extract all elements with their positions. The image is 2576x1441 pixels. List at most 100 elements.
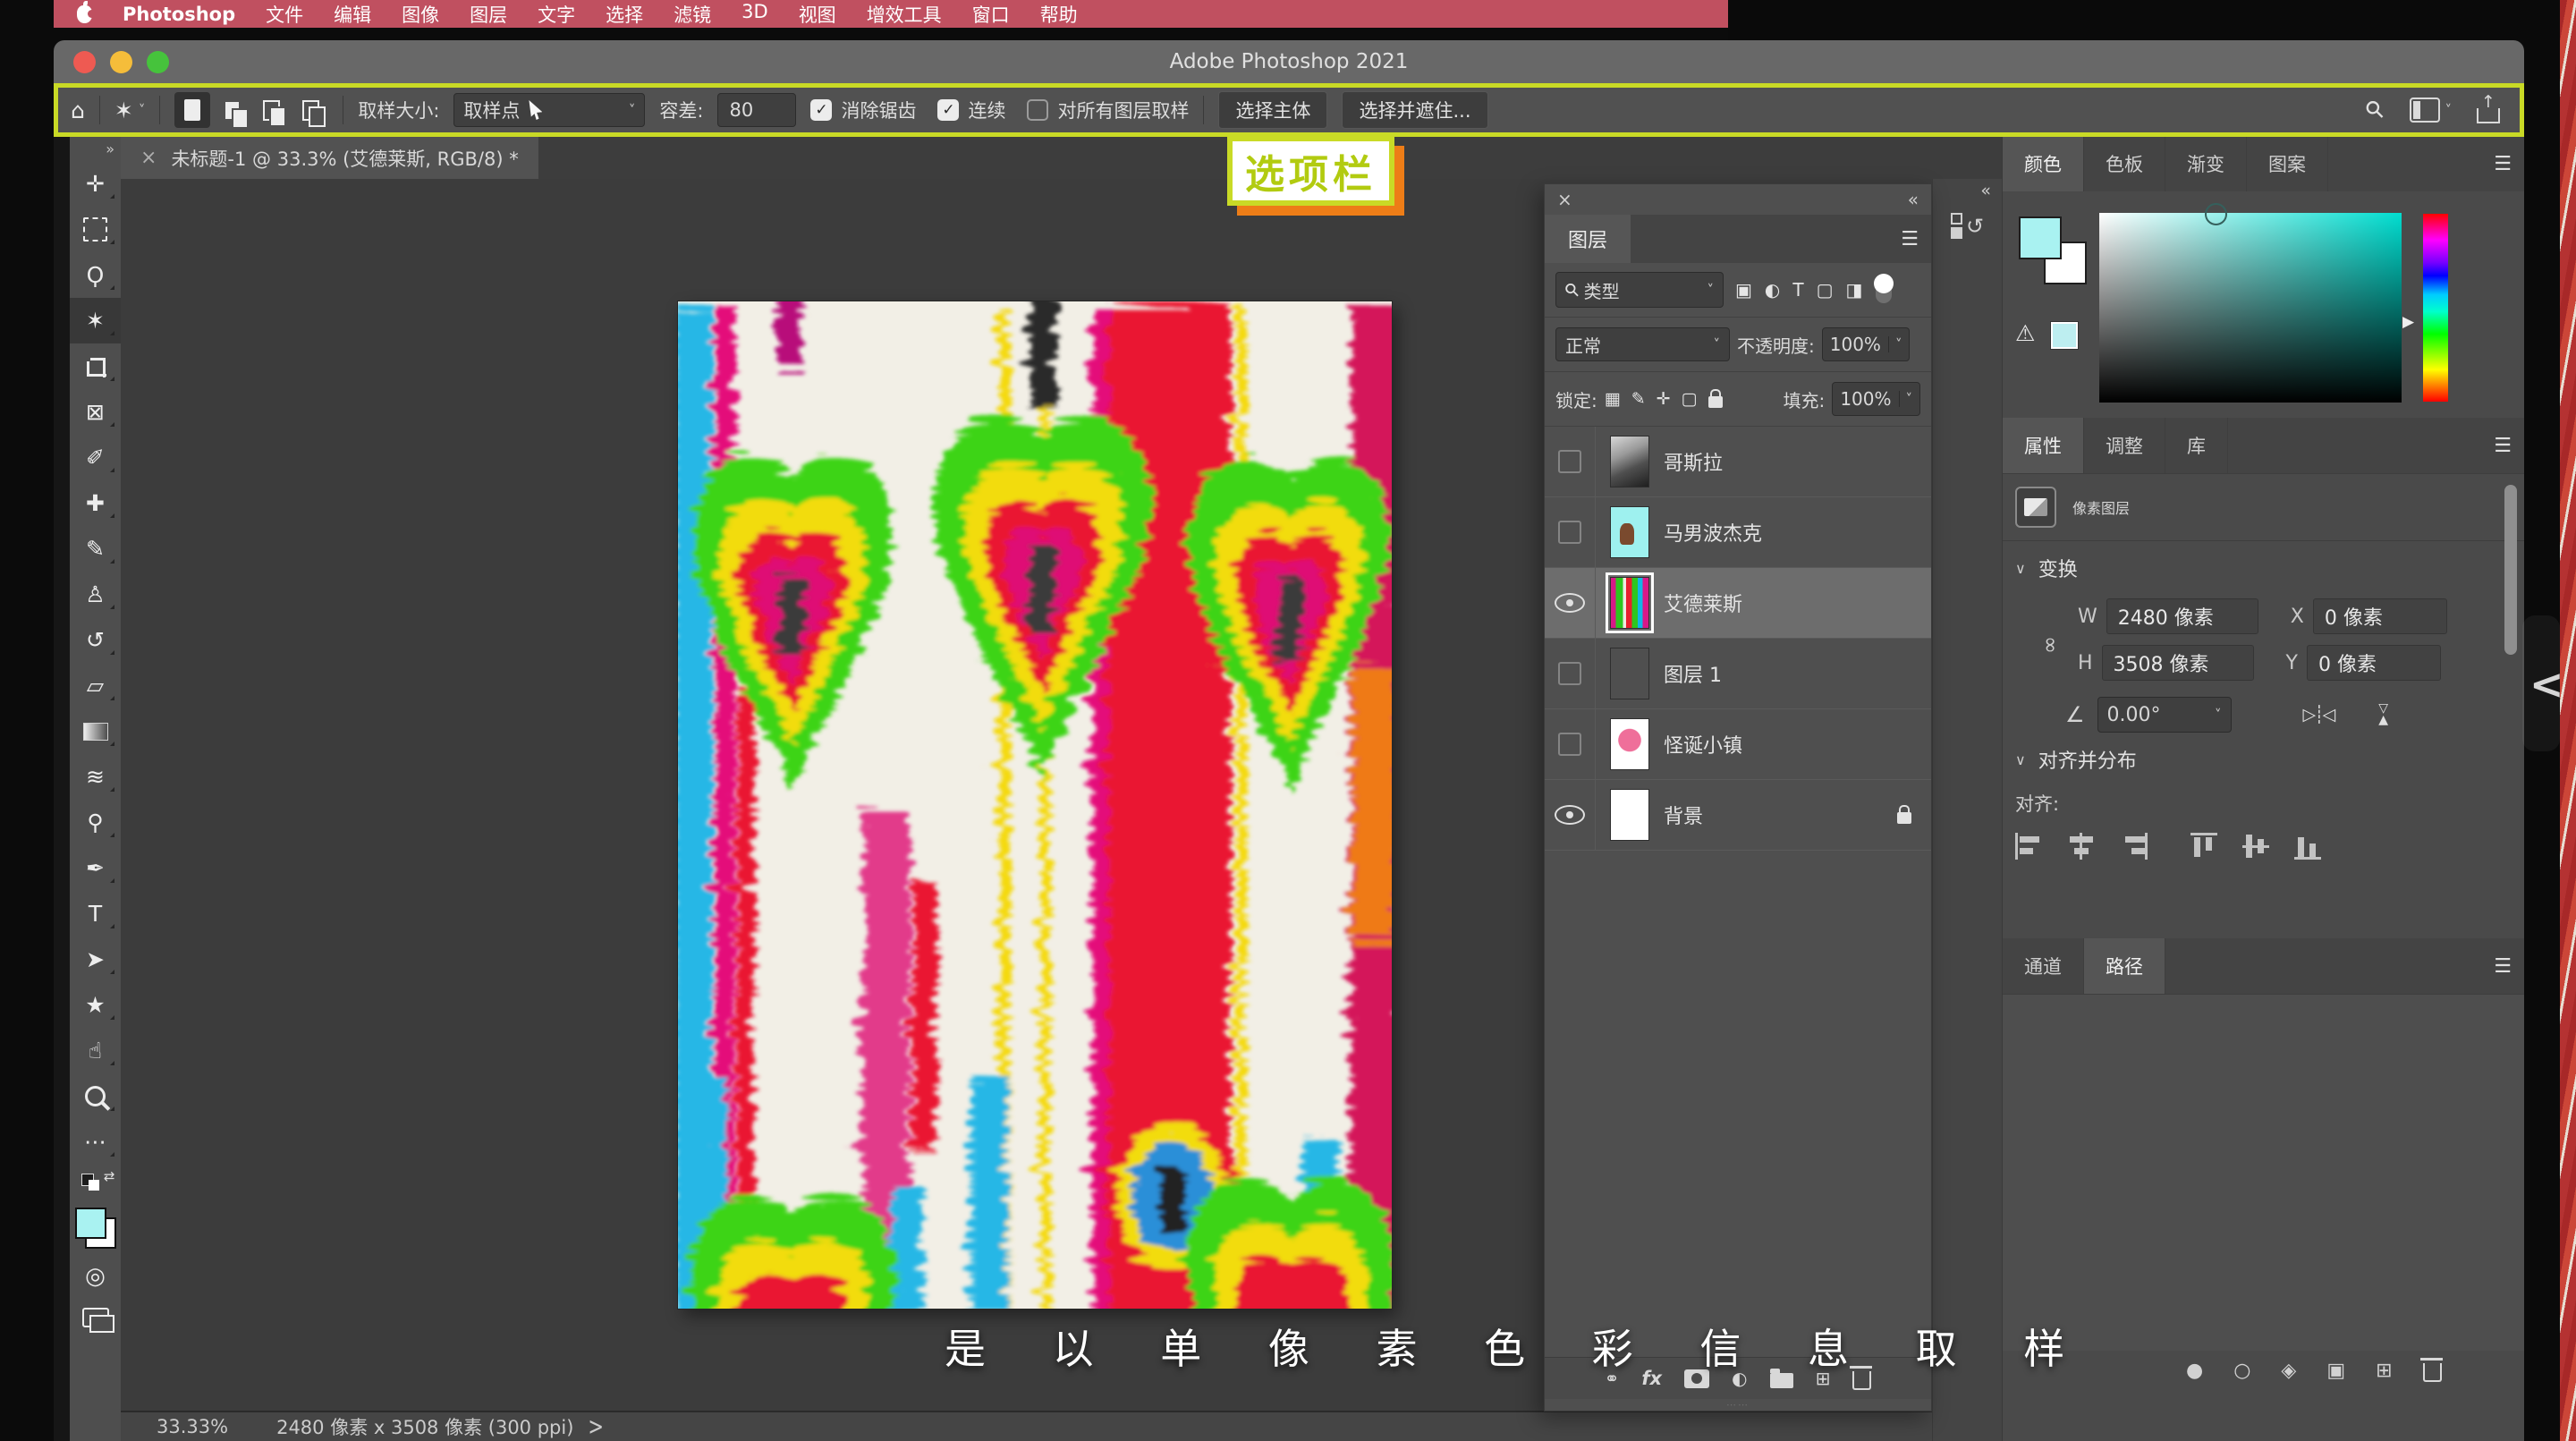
link-dimensions-icon[interactable]: ∞ xyxy=(2038,636,2063,654)
tab-调整[interactable]: 调整 xyxy=(2084,418,2165,473)
layer-row[interactable]: 图层 1 xyxy=(1545,639,1931,709)
hand-tool[interactable]: ☝ xyxy=(70,1028,121,1073)
tab-layers[interactable]: 图层 xyxy=(1545,215,1631,263)
align-bottom-icon[interactable] xyxy=(2294,833,2323,860)
layer-visibility-toggle[interactable] xyxy=(1545,639,1596,708)
align-right-icon[interactable] xyxy=(2119,833,2148,860)
search-icon[interactable]: ⚲ xyxy=(2360,95,2392,126)
tab-图案[interactable]: 图案 xyxy=(2247,136,2328,191)
gradient-tool[interactable] xyxy=(70,708,121,754)
lock-position-icon[interactable]: ✛ xyxy=(1657,389,1671,409)
flip-vertical-icon[interactable]: ▽ ▲ xyxy=(2378,703,2388,726)
lock-artboard-icon[interactable]: ▢ xyxy=(1682,389,1698,409)
foreground-color-swatch[interactable] xyxy=(2019,216,2062,259)
lasso-tool[interactable]: Ϙ xyxy=(70,252,121,298)
menu-item-增效工具[interactable]: 增效工具 xyxy=(867,1,942,28)
layer-visibility-toggle[interactable] xyxy=(1545,497,1596,567)
smudge-tool[interactable]: ≋ xyxy=(70,754,121,800)
tab-路径[interactable]: 路径 xyxy=(2084,938,2165,994)
new-path-icon[interactable]: ⊞ xyxy=(2376,1360,2392,1382)
zoom-tool[interactable] xyxy=(70,1073,121,1119)
menu-item-滤镜[interactable]: 滤镜 xyxy=(674,1,711,28)
close-window-button[interactable] xyxy=(73,51,96,73)
quick-mask-icon[interactable]: ◎ xyxy=(85,1263,106,1290)
eyedropper-tool[interactable]: ✐ xyxy=(70,435,121,480)
path-select-tool[interactable]: ➤ xyxy=(70,937,121,982)
align-section-header[interactable]: ∨ 对齐并分布 xyxy=(2003,733,2524,779)
selection-from-path-icon[interactable]: ◈ xyxy=(2281,1360,2296,1382)
sample-size-dropdown[interactable]: 取样点 ˅ xyxy=(453,93,645,127)
layer-visibility-toggle[interactable] xyxy=(1545,780,1596,850)
status-arrow-icon[interactable]: > xyxy=(588,1412,604,1440)
magic-wand-tool[interactable]: ✶ xyxy=(70,298,121,343)
layer-row[interactable]: 马男波杰克 xyxy=(1545,497,1931,568)
panel-scrollbar[interactable] xyxy=(2504,485,2517,655)
home-icon[interactable]: ⌂ xyxy=(71,97,85,123)
align-top-icon[interactable] xyxy=(2190,833,2219,860)
filter-smart-object-icon[interactable]: ◨ xyxy=(1845,279,1862,301)
option-checkbox[interactable]: ✓消除锯齿 xyxy=(810,97,916,123)
add-selection-button[interactable] xyxy=(214,92,250,128)
tab-通道[interactable]: 通道 xyxy=(2003,938,2084,994)
tool-preset[interactable]: ✶ ˅ xyxy=(114,97,145,123)
workspace-switcher[interactable]: ˅ xyxy=(2410,97,2453,123)
new-selection-button[interactable] xyxy=(174,92,210,128)
layer-row[interactable]: 哥斯拉 xyxy=(1545,427,1931,497)
option-checkbox[interactable]: ✓连续 xyxy=(937,97,1005,123)
menu-item-图像[interactable]: 图像 xyxy=(402,1,439,28)
subtract-selection-button[interactable] xyxy=(253,92,289,128)
panel-resize-grip[interactable]: ⋯⋯ xyxy=(1545,1399,1931,1411)
layer-row[interactable]: 怪诞小镇 xyxy=(1545,709,1931,780)
crop-tool[interactable] xyxy=(70,343,121,389)
screen-mode-icon[interactable] xyxy=(82,1308,109,1327)
panel-menu-icon[interactable]: ☰ xyxy=(2494,955,2512,978)
flip-horizontal-icon[interactable]: ▷┊◁ xyxy=(2303,705,2334,725)
option-checkbox[interactable]: 对所有图层取样 xyxy=(1027,97,1189,123)
select-and-mask-button[interactable]: 选择并遮住... xyxy=(1342,91,1487,129)
apple-logo-icon[interactable] xyxy=(77,5,92,23)
height-field[interactable]: 3508 像素 xyxy=(2102,645,2254,681)
menu-item-文件[interactable]: 文件 xyxy=(266,1,303,28)
frame-tool[interactable]: ⊠ xyxy=(70,389,121,435)
menu-item-图层[interactable]: 图层 xyxy=(470,1,507,28)
layer-visibility-toggle[interactable] xyxy=(1545,568,1596,638)
brush-tool[interactable]: ✎ xyxy=(70,526,121,572)
toolbar-collapse-icon[interactable]: » xyxy=(106,140,114,157)
document-tab[interactable]: × 未标题-1 @ 33.3% (艾德莱斯, RGB/8) * xyxy=(121,137,538,179)
fill-field[interactable]: 100% ˅ xyxy=(1832,382,1920,416)
tab-色板[interactable]: 色板 xyxy=(2084,136,2165,191)
panel-menu-icon[interactable]: ☰ xyxy=(2494,435,2512,457)
delete-path-icon[interactable] xyxy=(2423,1363,2442,1382)
panel-menu-icon[interactable]: ☰ xyxy=(1901,228,1919,250)
zoom-window-button[interactable] xyxy=(147,51,169,73)
align-left-icon[interactable] xyxy=(2015,833,2044,860)
marquee-tool[interactable] xyxy=(70,207,121,252)
layer-row[interactable]: 艾德莱斯 xyxy=(1545,568,1931,639)
tab-库[interactable]: 库 xyxy=(2165,418,2228,473)
close-panel-icon[interactable]: × xyxy=(1557,189,1572,210)
angle-dropdown[interactable]: 0.00° ˅ xyxy=(2097,697,2232,733)
foreground-color-swatch[interactable] xyxy=(75,1208,106,1239)
blend-mode-dropdown[interactable]: 正常 ˅ xyxy=(1555,327,1730,361)
tab-颜色[interactable]: 颜色 xyxy=(2003,136,2084,191)
fill-path-icon[interactable]: ● xyxy=(2186,1360,2203,1382)
app-menu-photoshop[interactable]: Photoshop xyxy=(123,4,235,25)
dodge-tool[interactable]: ⚲ xyxy=(70,800,121,845)
lock-transparent-icon[interactable]: ▦ xyxy=(1605,389,1621,409)
zoom-level[interactable]: 33.33% xyxy=(157,1416,228,1437)
tab-属性[interactable]: 属性 xyxy=(2003,418,2084,473)
menu-item-帮助[interactable]: 帮助 xyxy=(1040,1,1078,28)
select-subject-button[interactable]: 选择主体 xyxy=(1218,91,1327,129)
lock-all-icon[interactable] xyxy=(1708,396,1723,408)
layer-row[interactable]: 背景 xyxy=(1545,780,1931,851)
y-field[interactable]: 0 像素 xyxy=(2307,645,2441,681)
filter-shape-icon[interactable]: ▢ xyxy=(1817,279,1834,301)
filter-pixel-icon[interactable]: ▣ xyxy=(1735,279,1752,301)
layer-visibility-toggle[interactable] xyxy=(1545,427,1596,496)
menu-item-3D[interactable]: 3D xyxy=(741,1,768,28)
canvas-document[interactable] xyxy=(678,301,1392,1309)
hue-slider[interactable] xyxy=(2423,214,2448,402)
color-field[interactable] xyxy=(2099,213,2402,403)
filter-type-dropdown[interactable]: ⚲ 类型 ˅ xyxy=(1555,272,1724,308)
layer-visibility-toggle[interactable] xyxy=(1545,709,1596,779)
